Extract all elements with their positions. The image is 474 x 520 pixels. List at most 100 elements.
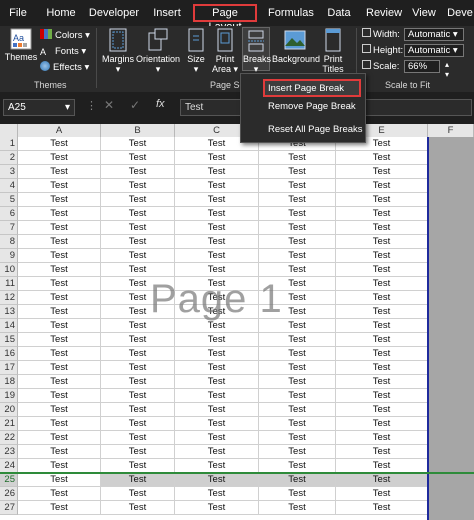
cell[interactable]: Test (18, 235, 101, 249)
themes-button[interactable]: Aa Themes (4, 28, 38, 62)
print-titles-button[interactable]: Print Titles (320, 28, 346, 74)
row-header[interactable]: 4 (0, 179, 18, 193)
cell[interactable]: Test (336, 263, 428, 277)
cell[interactable]: Test (259, 501, 336, 515)
row-header[interactable]: 22 (0, 431, 18, 445)
remove-page-break-item[interactable]: Remove Page Break (241, 99, 365, 117)
cell[interactable]: Test (336, 389, 428, 403)
cell[interactable]: Test (101, 235, 175, 249)
cell[interactable]: Test (18, 403, 101, 417)
cell[interactable]: Test (18, 459, 101, 473)
cell[interactable]: Test (101, 375, 175, 389)
cell[interactable]: Test (259, 193, 336, 207)
cell[interactable]: Test (18, 291, 101, 305)
cell[interactable]: Test (18, 193, 101, 207)
cell[interactable]: Test (336, 501, 428, 515)
cell[interactable]: Test (175, 263, 259, 277)
cell[interactable]: Test (336, 361, 428, 375)
row-header[interactable]: 20 (0, 403, 18, 417)
cell[interactable]: Test (175, 151, 259, 165)
row-header[interactable]: 13 (0, 305, 18, 319)
cell[interactable]: Test (259, 473, 336, 487)
cell[interactable]: Test (18, 221, 101, 235)
cell[interactable]: Test (175, 501, 259, 515)
cell[interactable]: Test (18, 487, 101, 501)
cell[interactable]: Test (259, 333, 336, 347)
cell[interactable]: Test (101, 459, 175, 473)
cell[interactable]: Test (175, 221, 259, 235)
cell[interactable]: Test (101, 333, 175, 347)
cell[interactable]: Test (336, 207, 428, 221)
effects-button[interactable]: Effects ▾ (40, 61, 89, 75)
cell[interactable]: Test (336, 193, 428, 207)
row-header[interactable]: 23 (0, 445, 18, 459)
size-button[interactable]: Size ▾ (184, 28, 208, 74)
row-header[interactable]: 6 (0, 207, 18, 221)
cell[interactable]: Test (259, 179, 336, 193)
column-header-a[interactable]: A (18, 124, 101, 137)
tab-review[interactable]: Review (366, 4, 402, 22)
column-header-b[interactable]: B (101, 124, 175, 137)
cell[interactable]: Test (101, 487, 175, 501)
cell[interactable]: Test (175, 375, 259, 389)
row-header[interactable]: 11 (0, 277, 18, 291)
cell[interactable]: Test (175, 347, 259, 361)
cell[interactable]: Test (101, 403, 175, 417)
cell[interactable]: Test (175, 235, 259, 249)
cell[interactable]: Test (175, 431, 259, 445)
row-header[interactable]: 8 (0, 235, 18, 249)
cell[interactable]: Test (336, 305, 428, 319)
cell[interactable]: Test (259, 445, 336, 459)
tab-page-layout[interactable]: Page Layout (193, 4, 257, 33)
row-header[interactable]: 2 (0, 151, 18, 165)
row-header[interactable]: 21 (0, 417, 18, 431)
insert-function-button[interactable]: fx (156, 98, 165, 110)
height-select[interactable]: Automatic ▾ (404, 44, 464, 57)
cell[interactable]: Test (259, 459, 336, 473)
cell[interactable]: Test (18, 277, 101, 291)
row-header[interactable]: 16 (0, 347, 18, 361)
insert-page-break-item[interactable]: Insert Page Break (263, 79, 361, 97)
cell[interactable]: Test (18, 333, 101, 347)
cell[interactable]: Test (259, 249, 336, 263)
cell[interactable]: Test (336, 431, 428, 445)
cell[interactable]: Test (175, 361, 259, 375)
cell[interactable]: Test (259, 151, 336, 165)
cell[interactable]: Test (336, 165, 428, 179)
cell[interactable]: Test (259, 263, 336, 277)
cell[interactable]: Test (101, 193, 175, 207)
enter-icon[interactable]: ✓ (130, 98, 140, 112)
cell[interactable]: Test (101, 165, 175, 179)
cell[interactable]: Test (259, 221, 336, 235)
cell[interactable]: Test (175, 389, 259, 403)
background-button[interactable]: Background (272, 28, 320, 64)
cell[interactable]: Test (18, 305, 101, 319)
cell[interactable]: Test (101, 151, 175, 165)
cell[interactable]: Test (18, 375, 101, 389)
cell[interactable]: Test (175, 487, 259, 501)
row-header[interactable]: 12 (0, 291, 18, 305)
tab-developer[interactable]: Developer (88, 4, 140, 22)
row-header[interactable]: 10 (0, 263, 18, 277)
cell[interactable]: Test (336, 319, 428, 333)
cell[interactable]: Test (101, 431, 175, 445)
cell[interactable]: Test (101, 417, 175, 431)
row-header[interactable]: 25 (0, 473, 18, 487)
row-header[interactable]: 7 (0, 221, 18, 235)
scale-spinner[interactable]: ▴ ▾ (442, 60, 452, 80)
cell[interactable]: Test (336, 347, 428, 361)
row-header[interactable]: 5 (0, 193, 18, 207)
breaks-button[interactable]: Breaks ▾ (242, 27, 271, 74)
cell[interactable]: Test (259, 361, 336, 375)
cell[interactable]: Test (101, 361, 175, 375)
cell[interactable]: Test (101, 473, 175, 487)
cell[interactable]: Test (175, 165, 259, 179)
cell[interactable]: Test (18, 263, 101, 277)
cell[interactable]: Test (336, 417, 428, 431)
row-header[interactable]: 9 (0, 249, 18, 263)
cell[interactable]: Test (336, 179, 428, 193)
scale-input[interactable]: 66% (404, 60, 440, 73)
cell[interactable]: Test (175, 207, 259, 221)
tab-data[interactable]: Data (324, 4, 354, 22)
tab-formulas[interactable]: Formulas (268, 4, 314, 22)
